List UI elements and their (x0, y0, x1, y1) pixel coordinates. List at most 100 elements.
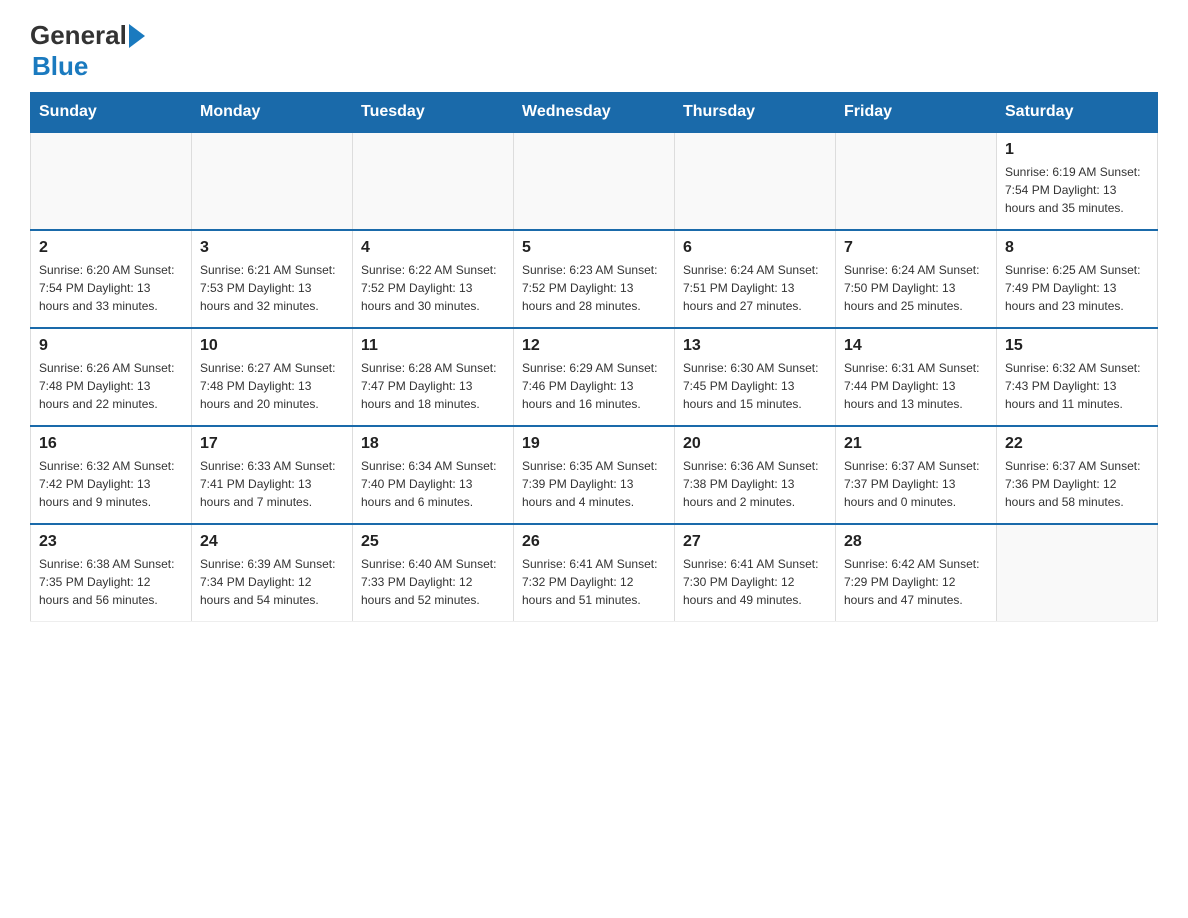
day-number: 12 (522, 337, 666, 355)
logo-text-blue: Blue (32, 51, 88, 82)
day-info: Sunrise: 6:34 AM Sunset: 7:40 PM Dayligh… (361, 457, 505, 511)
day-number: 28 (844, 533, 988, 551)
day-number: 7 (844, 239, 988, 257)
week-row-0: 1 Sunrise: 6:19 AM Sunset: 7:54 PM Daylig… (31, 132, 1158, 230)
calendar-cell: 19 Sunrise: 6:35 AM Sunset: 7:39 PM Dayli… (514, 426, 675, 524)
day-number: 1 (1005, 141, 1149, 159)
week-row-4: 23Sunrise: 6:38 AM Sunset: 7:35 PM Dayli… (31, 524, 1158, 622)
weekday-header-friday: Friday (836, 93, 997, 133)
day-info: Sunrise: 6:19 AM Sunset: 7:54 PM Dayligh… (1005, 163, 1149, 217)
weekday-header-wednesday: Wednesday (514, 93, 675, 133)
weekday-header-row: SundayMondayTuesdayWednesdayThursdayFrid… (31, 93, 1158, 133)
day-number: 9 (39, 337, 183, 355)
day-number: 3 (200, 239, 344, 257)
day-info: Sunrise: 6:24 AM Sunset: 7:51 PM Dayligh… (683, 261, 827, 315)
day-number: 26 (522, 533, 666, 551)
day-info: Sunrise: 6:42 AM Sunset: 7:29 PM Dayligh… (844, 555, 988, 609)
day-info: Sunrise: 6:33 AM Sunset: 7:41 PM Dayligh… (200, 457, 344, 511)
day-number: 20 (683, 435, 827, 453)
calendar-cell: 15Sunrise: 6:32 AM Sunset: 7:43 PM Dayli… (997, 328, 1158, 426)
calendar-cell: 24 Sunrise: 6:39 AM Sunset: 7:34 PM Dayli… (192, 524, 353, 622)
calendar-cell: 18 Sunrise: 6:34 AM Sunset: 7:40 PM Dayli… (353, 426, 514, 524)
weekday-header-monday: Monday (192, 93, 353, 133)
calendar-cell: 16 Sunrise: 6:32 AM Sunset: 7:42 PM Dayli… (31, 426, 192, 524)
day-number: 6 (683, 239, 827, 257)
calendar-cell: 21Sunrise: 6:37 AM Sunset: 7:37 PM Dayli… (836, 426, 997, 524)
calendar-cell: 3 Sunrise: 6:21 AM Sunset: 7:53 PM Daylig… (192, 230, 353, 328)
day-info: Sunrise: 6:37 AM Sunset: 7:37 PM Dayligh… (844, 457, 988, 511)
day-number: 8 (1005, 239, 1149, 257)
day-info: Sunrise: 6:40 AM Sunset: 7:33 PM Dayligh… (361, 555, 505, 609)
day-number: 17 (200, 435, 344, 453)
day-number: 11 (361, 337, 505, 355)
day-number: 13 (683, 337, 827, 355)
calendar-cell (997, 524, 1158, 622)
calendar-cell: 4 Sunrise: 6:22 AM Sunset: 7:52 PM Daylig… (353, 230, 514, 328)
logo: General Blue (30, 20, 145, 82)
week-row-2: 9 Sunrise: 6:26 AM Sunset: 7:48 PM Daylig… (31, 328, 1158, 426)
week-row-3: 16 Sunrise: 6:32 AM Sunset: 7:42 PM Dayli… (31, 426, 1158, 524)
weekday-header-thursday: Thursday (675, 93, 836, 133)
calendar-cell: 6 Sunrise: 6:24 AM Sunset: 7:51 PM Daylig… (675, 230, 836, 328)
day-info: Sunrise: 6:30 AM Sunset: 7:45 PM Dayligh… (683, 359, 827, 413)
weekday-header-sunday: Sunday (31, 93, 192, 133)
day-number: 2 (39, 239, 183, 257)
weekday-header-saturday: Saturday (997, 93, 1158, 133)
calendar-cell (192, 132, 353, 230)
calendar-cell: 13 Sunrise: 6:30 AM Sunset: 7:45 PM Dayli… (675, 328, 836, 426)
calendar-cell: 22 Sunrise: 6:37 AM Sunset: 7:36 PM Dayli… (997, 426, 1158, 524)
calendar-cell (836, 132, 997, 230)
calendar-cell: 5Sunrise: 6:23 AM Sunset: 7:52 PM Daylig… (514, 230, 675, 328)
calendar-cell: 8Sunrise: 6:25 AM Sunset: 7:49 PM Daylig… (997, 230, 1158, 328)
day-info: Sunrise: 6:28 AM Sunset: 7:47 PM Dayligh… (361, 359, 505, 413)
calendar-cell (353, 132, 514, 230)
header: General Blue (30, 20, 1158, 82)
day-number: 25 (361, 533, 505, 551)
calendar-cell (675, 132, 836, 230)
day-info: Sunrise: 6:38 AM Sunset: 7:35 PM Dayligh… (39, 555, 183, 609)
calendar-cell: 20 Sunrise: 6:36 AM Sunset: 7:38 PM Dayli… (675, 426, 836, 524)
day-number: 4 (361, 239, 505, 257)
day-info: Sunrise: 6:32 AM Sunset: 7:42 PM Dayligh… (39, 457, 183, 511)
day-info: Sunrise: 6:22 AM Sunset: 7:52 PM Dayligh… (361, 261, 505, 315)
logo-triangle-icon (129, 24, 145, 48)
day-number: 5 (522, 239, 666, 257)
day-number: 27 (683, 533, 827, 551)
day-number: 16 (39, 435, 183, 453)
calendar-cell: 26 Sunrise: 6:41 AM Sunset: 7:32 PM Dayli… (514, 524, 675, 622)
calendar-cell: 11 Sunrise: 6:28 AM Sunset: 7:47 PM Dayli… (353, 328, 514, 426)
day-info: Sunrise: 6:41 AM Sunset: 7:32 PM Dayligh… (522, 555, 666, 609)
day-number: 10 (200, 337, 344, 355)
calendar-cell: 9 Sunrise: 6:26 AM Sunset: 7:48 PM Daylig… (31, 328, 192, 426)
day-info: Sunrise: 6:20 AM Sunset: 7:54 PM Dayligh… (39, 261, 183, 315)
day-info: Sunrise: 6:31 AM Sunset: 7:44 PM Dayligh… (844, 359, 988, 413)
calendar-cell: 2 Sunrise: 6:20 AM Sunset: 7:54 PM Daylig… (31, 230, 192, 328)
day-number: 18 (361, 435, 505, 453)
calendar-cell: 12Sunrise: 6:29 AM Sunset: 7:46 PM Dayli… (514, 328, 675, 426)
day-number: 24 (200, 533, 344, 551)
day-number: 14 (844, 337, 988, 355)
day-number: 19 (522, 435, 666, 453)
calendar-cell: 10 Sunrise: 6:27 AM Sunset: 7:48 PM Dayli… (192, 328, 353, 426)
calendar-cell: 28 Sunrise: 6:42 AM Sunset: 7:29 PM Dayli… (836, 524, 997, 622)
day-number: 22 (1005, 435, 1149, 453)
day-info: Sunrise: 6:36 AM Sunset: 7:38 PM Dayligh… (683, 457, 827, 511)
day-info: Sunrise: 6:39 AM Sunset: 7:34 PM Dayligh… (200, 555, 344, 609)
day-info: Sunrise: 6:37 AM Sunset: 7:36 PM Dayligh… (1005, 457, 1149, 511)
day-info: Sunrise: 6:32 AM Sunset: 7:43 PM Dayligh… (1005, 359, 1149, 413)
day-info: Sunrise: 6:24 AM Sunset: 7:50 PM Dayligh… (844, 261, 988, 315)
calendar-cell: 7 Sunrise: 6:24 AM Sunset: 7:50 PM Daylig… (836, 230, 997, 328)
week-row-1: 2 Sunrise: 6:20 AM Sunset: 7:54 PM Daylig… (31, 230, 1158, 328)
day-info: Sunrise: 6:35 AM Sunset: 7:39 PM Dayligh… (522, 457, 666, 511)
calendar-cell (31, 132, 192, 230)
calendar-cell: 17 Sunrise: 6:33 AM Sunset: 7:41 PM Dayli… (192, 426, 353, 524)
day-info: Sunrise: 6:41 AM Sunset: 7:30 PM Dayligh… (683, 555, 827, 609)
day-info: Sunrise: 6:27 AM Sunset: 7:48 PM Dayligh… (200, 359, 344, 413)
day-info: Sunrise: 6:26 AM Sunset: 7:48 PM Dayligh… (39, 359, 183, 413)
calendar-cell: 1 Sunrise: 6:19 AM Sunset: 7:54 PM Daylig… (997, 132, 1158, 230)
calendar-cell: 23Sunrise: 6:38 AM Sunset: 7:35 PM Dayli… (31, 524, 192, 622)
calendar-table: SundayMondayTuesdayWednesdayThursdayFrid… (30, 92, 1158, 622)
calendar-cell (514, 132, 675, 230)
calendar-cell: 25 Sunrise: 6:40 AM Sunset: 7:33 PM Dayli… (353, 524, 514, 622)
day-info: Sunrise: 6:21 AM Sunset: 7:53 PM Dayligh… (200, 261, 344, 315)
